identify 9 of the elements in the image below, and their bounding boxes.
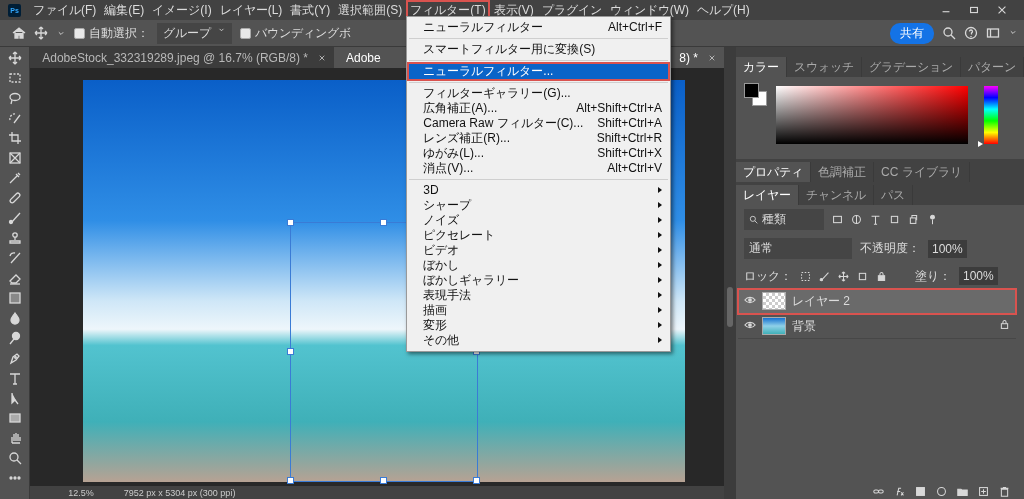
checkbox-label: 自動選択： <box>89 24 149 42</box>
document-size: 7952 px x 5304 px (300 ppi) <box>123 487 236 498</box>
layer-name: レイヤー 2 <box>792 292 851 310</box>
checkbox-label: バウンディングボ <box>255 24 351 42</box>
fill-label: 塗り： <box>915 267 951 285</box>
zoom-level: 12.5% <box>68 487 94 498</box>
opacity-label: 不透明度： <box>860 240 920 257</box>
layer-name: 背景 <box>792 317 817 335</box>
lock-label: ロック： <box>744 267 792 285</box>
